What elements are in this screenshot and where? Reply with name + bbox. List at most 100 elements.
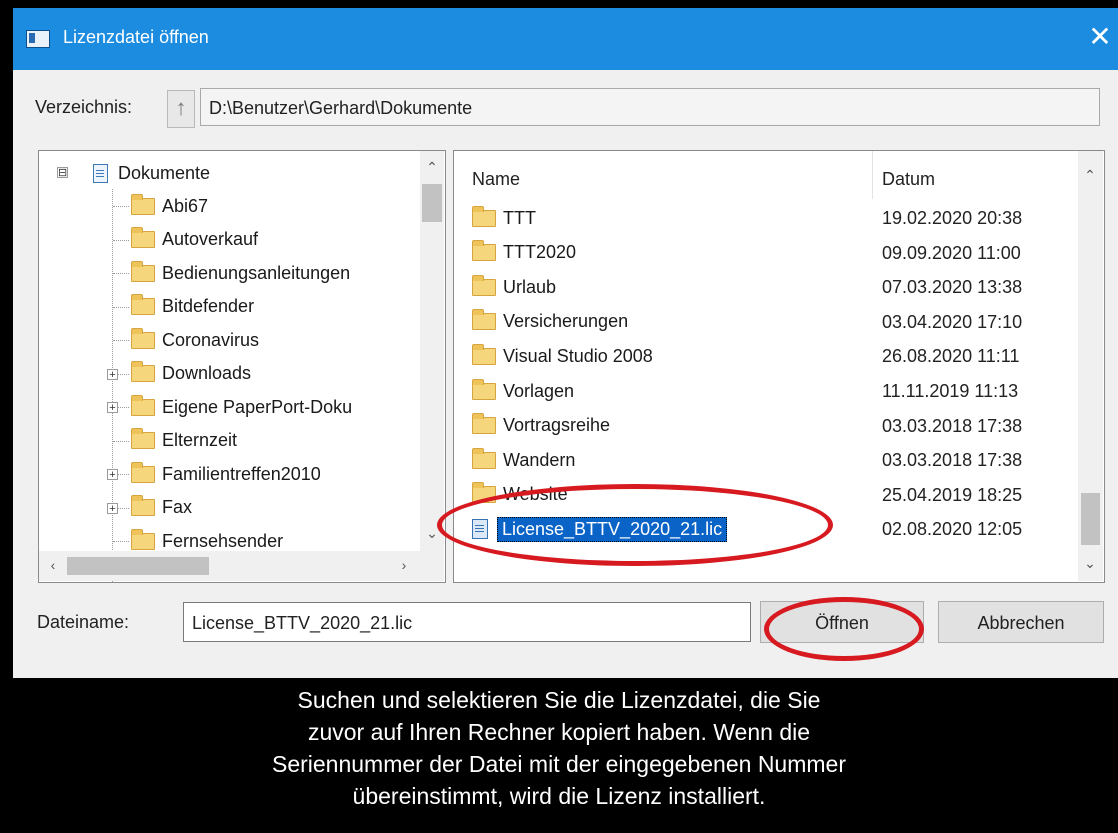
scroll-up-icon[interactable]: ⌃ (422, 159, 442, 176)
cancel-button[interactable]: Abbrechen (938, 601, 1104, 643)
column-header-name[interactable]: Name (472, 169, 520, 190)
collapse-icon[interactable]: ⊟ (57, 167, 68, 179)
tree-item-label: Familientreffen2010 (162, 463, 321, 484)
file-date-cell: 03.04.2020 17:10 (882, 311, 1023, 332)
file-row[interactable]: Wandern 03.03.2018 17:38 (454, 443, 1074, 477)
file-name-cell: Website (472, 478, 568, 512)
folder-icon (131, 428, 155, 449)
folder-icon (131, 260, 155, 282)
expand-icon[interactable]: + (107, 402, 118, 414)
tree-hscroll-thumb[interactable] (67, 557, 209, 575)
open-license-dialog: Lizenzdatei öffnen ✕ Verzeichnis: ↑ D:\B… (13, 8, 1118, 678)
tree-guide-line (112, 189, 113, 582)
tree-item[interactable]: Bedienungsanleitungen (131, 258, 350, 288)
tree-guide-line (113, 541, 129, 542)
caption-line: Seriennummer der Datei mit der eingegebe… (271, 751, 846, 777)
file-row[interactable]: Vortragsreihe 03.03.2018 17:38 (454, 409, 1074, 443)
file-name-label: Website (503, 484, 568, 505)
filename-input[interactable]: License_BTTV_2020_21.lic (183, 602, 751, 642)
file-name-label: Vortragsreihe (503, 415, 611, 436)
tree-item[interactable]: Bitdefender (131, 292, 254, 322)
tree-guide-line (113, 306, 129, 308)
file-name-label: License_BTTV_2020_21.lic (497, 516, 728, 542)
folder-icon (472, 413, 496, 435)
close-icon[interactable]: ✕ (1083, 20, 1117, 54)
scroll-down-icon[interactable]: ⌄ (422, 525, 442, 542)
folder-icon (131, 394, 155, 416)
folder-icon (131, 327, 155, 349)
scroll-up-icon[interactable]: ⌃ (1080, 167, 1100, 184)
file-name-label: Visual Studio 2008 (503, 345, 653, 366)
tree-scroll-thumb[interactable] (422, 184, 442, 222)
tree-item[interactable]: Elternzeit (131, 426, 237, 456)
file-row[interactable]: TTT 19.02.2020 20:38 (454, 201, 1074, 235)
scroll-left-icon[interactable]: ‹ (43, 557, 63, 573)
tree-item-label: Bitdefender (162, 296, 255, 316)
scroll-down-icon[interactable]: ⌄ (1080, 555, 1100, 572)
file-list-scrollbar[interactable]: ⌃ ⌄ (1078, 151, 1103, 581)
tree-item-label: Dokumente (118, 162, 211, 183)
file-date-cell: 19.02.2020 20:38 (882, 208, 1023, 228)
folder-icon (131, 294, 155, 315)
tree-guide-line (113, 340, 129, 341)
tree-item[interactable]: Abi67 (131, 191, 208, 221)
folder-icon (472, 309, 496, 331)
file-name-cell: License_BTTV_2020_21.lic (472, 512, 728, 546)
tree-item[interactable]: Downloads (131, 359, 251, 389)
file-date-cell: 03.03.2018 17:38 (882, 450, 1023, 471)
folder-icon (131, 227, 155, 248)
file-name-cell: TTT (472, 201, 536, 235)
column-separator[interactable] (872, 151, 873, 199)
file-date-cell: 02.08.2020 12:05 (882, 519, 1023, 540)
file-row[interactable]: Vorlagen 11.11.2019 11:13 (454, 374, 1074, 408)
file-list-scroll-thumb[interactable] (1081, 493, 1100, 545)
tree-item[interactable]: Fax (131, 493, 192, 523)
tree-horizontal-scrollbar[interactable]: ‹ › (39, 551, 444, 581)
tree-root-item[interactable]: Dokumente (93, 158, 210, 188)
tree-item[interactable]: Familientreffen2010 (131, 459, 321, 489)
tree-guide-line (113, 206, 129, 207)
file-row[interactable]: License_BTTV_2020_21.lic 02.08.2020 12:05 (454, 512, 1074, 546)
file-row[interactable]: TTT2020 09.09.2020 11:00 (454, 236, 1074, 270)
file-row[interactable]: Urlaub 07.03.2020 13:38 (454, 270, 1074, 304)
open-button[interactable]: Öffnen (760, 601, 924, 643)
expand-icon[interactable]: + (107, 469, 118, 481)
file-name-cell: Vortragsreihe (472, 409, 610, 443)
tree-item-label: Autoverkauf (162, 229, 259, 249)
scroll-right-icon[interactable]: › (394, 557, 414, 573)
directory-label: Verzeichnis: (35, 97, 133, 117)
file-date-cell: 25.04.2019 18:25 (882, 484, 1023, 505)
tree-guide-line (113, 440, 129, 442)
tree-item-label: Bedienungsanleitungen (162, 262, 351, 283)
folder-icon (472, 378, 496, 400)
file-name-cell: Wandern (472, 443, 575, 477)
tree-item-label: Fernsehsender (162, 530, 284, 551)
folder-icon (131, 495, 155, 516)
up-folder-button[interactable]: ↑ (167, 90, 195, 128)
expand-icon[interactable]: + (107, 502, 118, 514)
file-date-cell: 26.08.2020 11:11 (882, 346, 1020, 367)
tree-item[interactable]: Autoverkauf (131, 225, 258, 255)
file-name-cell: TTT2020 (472, 236, 576, 270)
license-file-icon (472, 519, 488, 540)
file-name-label: Vorlagen (503, 380, 575, 401)
dialog-title: Lizenzdatei öffnen (63, 27, 209, 47)
file-list[interactable]: Name Datum TTT 19.02.2020 20:38 TTT2020 09.… (453, 150, 1105, 583)
caption-line: übereinstimmt, wird die Lizenz installie… (352, 783, 766, 809)
tree-item[interactable]: Coronavirus (131, 325, 259, 355)
file-row[interactable]: Versicherungen 03.04.2020 17:10 (454, 305, 1074, 339)
directory-path-field[interactable]: D:\Benutzer\Gerhard\Dokumente (200, 88, 1100, 126)
column-header-date[interactable]: Datum (882, 169, 935, 190)
folder-icon (131, 361, 155, 382)
file-name-label: TTT (503, 207, 536, 228)
tree-item-label: Coronavirus (162, 329, 260, 350)
expand-icon[interactable]: + (107, 368, 118, 380)
folder-tree[interactable]: ⊟ Dokumente Abi67 Autoverkauf Bedienungsan… (38, 150, 446, 583)
file-row[interactable]: Visual Studio 2008 26.08.2020 11:11 (454, 339, 1074, 373)
tree-vertical-scrollbar[interactable]: ⌃ ⌄ (420, 151, 444, 551)
folder-icon (131, 528, 155, 550)
file-name-cell: Urlaub (472, 270, 556, 304)
file-row[interactable]: Website 25.04.2019 18:25 (454, 478, 1074, 512)
file-name-label: Versicherungen (503, 311, 629, 332)
tree-item[interactable]: Eigene PaperPort-Doku (131, 392, 352, 422)
